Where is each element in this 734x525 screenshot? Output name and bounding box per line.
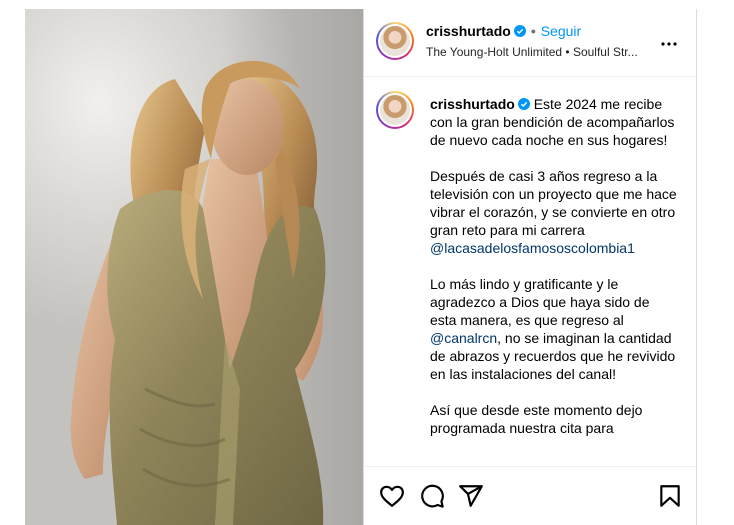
mention-link[interactable]: @canalrcn — [430, 330, 497, 346]
caption-paragraph-1: crisshurtado Este 2024 me recibe con la … — [430, 95, 678, 149]
panel-right-border — [696, 9, 697, 525]
caption-avatar[interactable] — [376, 91, 414, 129]
more-options-icon[interactable] — [660, 35, 678, 53]
caption-p3-start: Lo más lindo y gratificante y le agradez… — [430, 276, 650, 328]
bookmark-icon[interactable] — [657, 483, 683, 509]
comment-icon[interactable] — [419, 483, 445, 509]
verified-badge-icon — [517, 98, 530, 110]
heart-icon[interactable] — [379, 483, 405, 509]
caption-username[interactable]: crisshurtado — [430, 96, 515, 112]
action-bar — [364, 466, 696, 525]
woman-in-gold-dress-image — [70, 60, 326, 525]
author-avatar[interactable] — [376, 22, 414, 60]
share-icon[interactable] — [458, 483, 484, 509]
post-photo[interactable] — [25, 9, 363, 525]
caption-paragraph-4: Así que desde este momento dejo programa… — [430, 401, 678, 437]
follow-button[interactable]: Seguir — [541, 23, 581, 39]
mention-link[interactable]: @lacasadelosfamososcolombia1 — [430, 240, 635, 256]
caption-area: crisshurtado Este 2024 me recibe con la … — [364, 78, 696, 465]
separator-dot: • — [530, 23, 536, 39]
caption-paragraph-3: Lo más lindo y gratificante y le agradez… — [430, 275, 678, 383]
post-header: crisshurtado • Seguir The Young-Holt Unlim… — [364, 9, 696, 77]
caption-paragraph-2: Después de casi 3 años regreso a la tele… — [430, 167, 678, 257]
author-username[interactable]: crisshurtado — [426, 23, 511, 39]
caption-p4-text: Así que desde este momento dejo programa… — [430, 402, 643, 436]
caption-p2-text: Después de casi 3 años regreso a la tele… — [430, 168, 677, 238]
author-line: crisshurtado • Seguir — [426, 23, 581, 39]
verified-badge-icon — [513, 25, 526, 37]
audio-attribution[interactable]: The Young-Holt Unlimited • Soulful Str..… — [426, 45, 646, 59]
caption-text: crisshurtado Este 2024 me recibe con la … — [430, 95, 678, 455]
